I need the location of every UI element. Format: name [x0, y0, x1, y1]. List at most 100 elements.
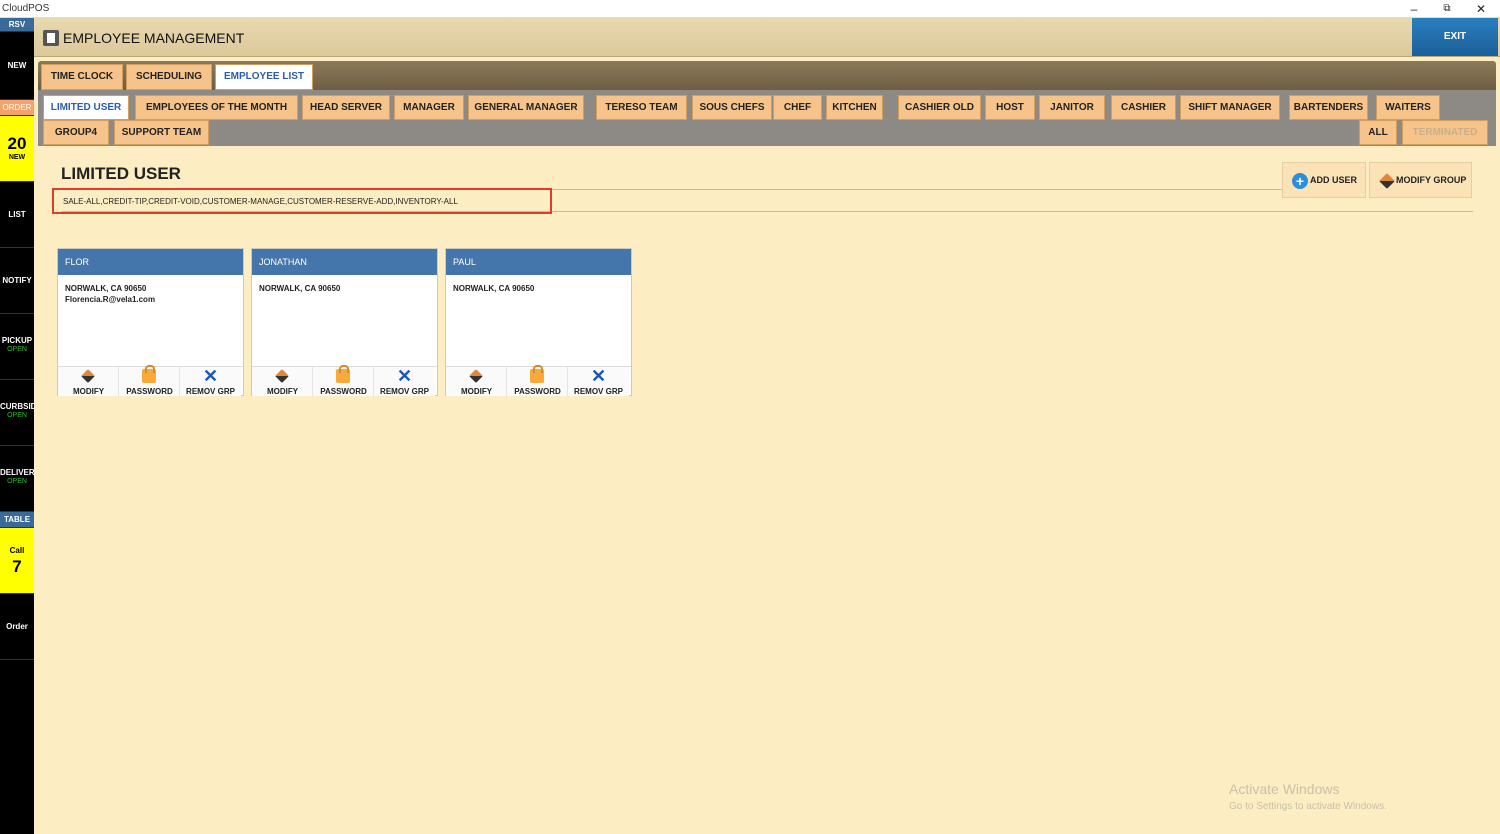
new-orders-label: NEW [8, 154, 26, 161]
card-actions: MODIFY PASSWORD ✕ REMOV GRP [252, 365, 437, 396]
pickup-label: PICKUP [1, 336, 33, 345]
minimize-button[interactable]: – [1405, 1, 1423, 17]
group-tab-manager[interactable]: MANAGER [394, 95, 464, 120]
sidebar-new-orders[interactable]: 20 NEW [0, 116, 34, 182]
filter-tab-all[interactable]: ALL [1359, 120, 1397, 145]
close-icon: ✕ [591, 366, 607, 386]
call-count: 7 [12, 557, 22, 576]
card-actions: MODIFY PASSWORD ✕ REMOV GRP [446, 365, 631, 396]
password-button[interactable]: PASSWORD [313, 365, 374, 396]
employee-card[interactable]: JONATHAN NORWALK, CA 90650 MODIFY PASSWO… [251, 248, 438, 396]
password-label: PASSWORD [320, 387, 367, 396]
activate-windows-watermark: Activate Windows [1229, 781, 1340, 797]
group-tab-tereso-team[interactable]: TERESO TEAM [596, 95, 687, 120]
filter-tab-terminated[interactable]: TERMINATED [1402, 120, 1488, 145]
pencil-icon [1379, 173, 1395, 189]
lock-icon [530, 365, 544, 383]
modify-label: MODIFY [460, 387, 493, 396]
employee-address: NORWALK, CA 90650 [453, 284, 535, 293]
close-icon: ✕ [203, 366, 219, 386]
remove-group-label: REMOV GRP [380, 387, 429, 396]
password-label: PASSWORD [126, 387, 173, 396]
tab-time-clock[interactable]: TIME CLOCK [41, 64, 123, 90]
header-bar: EMPLOYEE MANAGEMENT EXIT [34, 18, 1500, 57]
group-tab-host[interactable]: HOST [985, 95, 1035, 120]
modify-button[interactable]: MODIFY [446, 367, 507, 396]
app-title: CloudPOS [2, 3, 50, 14]
sidebar-order-header: ORDER [0, 100, 34, 116]
remove-group-label: REMOV GRP [574, 387, 623, 396]
close-icon: ✕ [397, 366, 413, 386]
tab-employee-list[interactable]: EMPLOYEE LIST [215, 64, 313, 90]
call-label: Call [9, 546, 25, 555]
group-tab-group4[interactable]: GROUP4 [43, 120, 109, 145]
group-tab-kitchen[interactable]: KITCHEN [826, 95, 883, 120]
group-tab-waiters[interactable]: WAITERS [1376, 95, 1440, 120]
close-button[interactable]: ✕ [1472, 1, 1490, 17]
group-tab-cashier-old[interactable]: CASHIER OLD [898, 95, 981, 120]
employee-icon [43, 30, 59, 46]
group-title: LIMITED USER [61, 164, 181, 183]
group-tab-employees-of-the-month[interactable]: EMPLOYEES OF THE MONTH [135, 95, 298, 120]
permissions-box: SALE-ALL,CREDIT-TIP,CREDIT-VOID,CUSTOMER… [52, 188, 552, 214]
employee-name: JONATHAN [252, 249, 437, 275]
add-user-label: ADD USER [1310, 175, 1358, 185]
group-content: LIMITED USER SALE-ALL,CREDIT-TIP,CREDIT-… [38, 146, 1496, 834]
password-button[interactable]: PASSWORD [119, 365, 180, 396]
employee-address: NORWALK, CA 90650 [65, 284, 147, 293]
pencil-icon [275, 369, 289, 383]
sidebar-new[interactable]: NEW [0, 32, 34, 100]
pencil-icon [81, 369, 95, 383]
plus-icon: + [1292, 173, 1308, 189]
group-tab-limited-user[interactable]: LIMITED USER [43, 95, 129, 120]
sidebar-order[interactable]: Order [0, 594, 34, 660]
remove-group-button[interactable]: ✕ REMOV GRP [374, 367, 435, 396]
group-tab-head-server[interactable]: HEAD SERVER [302, 95, 390, 120]
exit-button[interactable]: EXIT [1412, 18, 1498, 56]
group-tab-bartenders[interactable]: BARTENDERS [1289, 95, 1368, 120]
page-title: EMPLOYEE MANAGEMENT [63, 30, 245, 46]
sidebar-notify[interactable]: NOTIFY [0, 248, 34, 314]
curbside-status: OPEN [7, 412, 27, 419]
password-label: PASSWORD [514, 387, 561, 396]
employee-card[interactable]: FLOR NORWALK, CA 90650 Florencia.R@vela1… [57, 248, 244, 396]
group-tab-janitor[interactable]: JANITOR [1039, 95, 1105, 120]
group-tab-chef[interactable]: CHEF [773, 95, 822, 120]
remove-group-label: REMOV GRP [186, 387, 235, 396]
group-tab-cashier[interactable]: CASHIER [1111, 95, 1176, 120]
employee-address: NORWALK, CA 90650 [259, 284, 341, 293]
sidebar-list[interactable]: LIST [0, 182, 34, 248]
tab-scheduling[interactable]: SCHEDULING [126, 64, 212, 90]
employee-card[interactable]: PAUL NORWALK, CA 90650 MODIFY PASSWORD ✕… [445, 248, 632, 396]
sidebar-table[interactable]: TABLE [0, 512, 34, 528]
add-user-button[interactable]: + ADD USER [1282, 162, 1366, 198]
remove-group-button[interactable]: ✕ REMOV GRP [180, 367, 241, 396]
sidebar-curbside[interactable]: CURBSID OPEN [0, 380, 37, 446]
sidebar-rsv[interactable]: RSV [0, 18, 34, 32]
curbside-label: CURBSID [0, 402, 37, 411]
group-tab-support-team[interactable]: SUPPORT TEAM [114, 120, 209, 145]
card-actions: MODIFY PASSWORD ✕ REMOV GRP [58, 365, 243, 396]
restore-button[interactable]: ⧉ [1438, 1, 1456, 17]
left-sidebar: RSV NEW ORDER 20 NEW LIST NOTIFY PICKUP … [0, 18, 37, 834]
modify-group-label: MODIFY GROUP [1396, 175, 1467, 185]
sidebar-call[interactable]: Call 7 [0, 528, 34, 594]
group-tab-sous-chefs[interactable]: SOUS CHEFS [692, 95, 772, 120]
modify-button[interactable]: MODIFY [252, 367, 313, 396]
modify-group-button[interactable]: MODIFY GROUP [1369, 162, 1472, 198]
permissions-text: SALE-ALL,CREDIT-TIP,CREDIT-VOID,CUSTOMER… [63, 197, 458, 206]
modify-button[interactable]: MODIFY [58, 367, 119, 396]
lock-icon [336, 365, 350, 383]
lock-icon [142, 365, 156, 383]
sidebar-delivery[interactable]: DELIVER OPEN [0, 446, 35, 512]
delivery-label: DELIVER [0, 468, 35, 477]
password-button[interactable]: PASSWORD [507, 365, 568, 396]
main-area: EMPLOYEE MANAGEMENT EXIT TIME CLOCK SCHE… [34, 18, 1500, 834]
top-tab-strip: TIME CLOCK SCHEDULING EMPLOYEE LIST [38, 61, 1496, 90]
modify-label: MODIFY [72, 387, 105, 396]
sidebar-pickup[interactable]: PICKUP OPEN [0, 314, 34, 380]
remove-group-button[interactable]: ✕ REMOV GRP [568, 367, 629, 396]
new-orders-count: 20 [7, 134, 27, 153]
group-tab-shift-manager[interactable]: SHIFT MANAGER [1180, 95, 1280, 120]
group-tab-general-manager[interactable]: GENERAL MANAGER [468, 95, 584, 120]
